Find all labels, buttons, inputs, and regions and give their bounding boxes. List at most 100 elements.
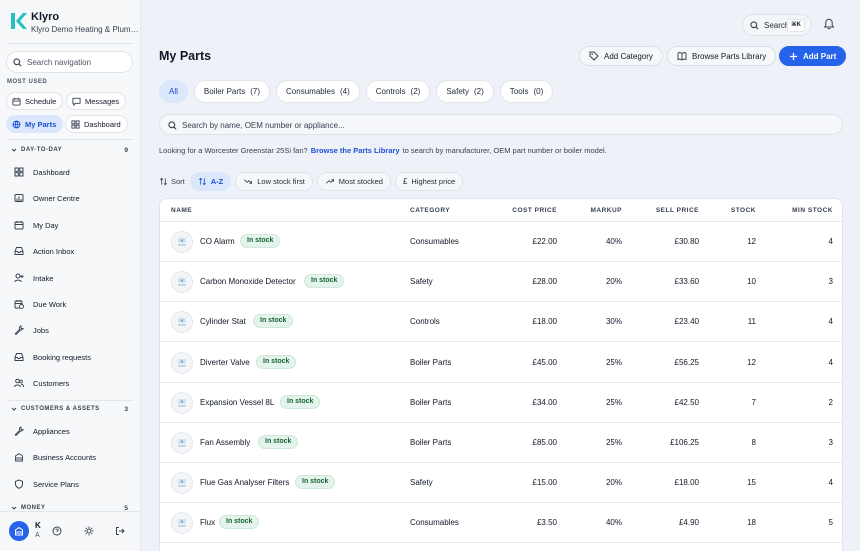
brand-subtitle: Klyro Demo Heating & Plumbing [31,25,141,34]
avatar[interactable] [9,521,29,541]
table-row[interactable]: Carbon Monoxide Detector In stock Safety £2… [160,262,842,303]
table-row[interactable]: Expansion Vessel 8L In stock Boiler Parts £… [160,383,842,423]
part-name[interactable]: Diverter Valve [200,358,250,367]
table-row[interactable]: CO Alarm In stock Consumables £22.00 40% £30.… [160,222,842,262]
part-sell-price: £56.25 [674,357,699,367]
global-search-button[interactable]: Search ⌘K [742,14,812,36]
column-header-category[interactable]: CATEGORY [410,207,450,214]
part-name[interactable]: Expansion Vessel 8L [200,398,274,407]
sidebar-item-owner-centre[interactable]: Owner Centre [14,190,80,206]
quick-link-my-parts[interactable]: My Parts [6,115,64,133]
sort-option-label: Most stocked [338,177,383,186]
tab-controls[interactable]: Controls (2) [365,80,431,103]
browse-library-button[interactable]: Browse Parts Library [667,46,777,66]
part-name[interactable]: Cylinder Stat [200,317,246,326]
sort-most-stocked[interactable]: Most stocked [316,172,391,191]
help-icon[interactable] [52,526,62,536]
part-thumbnail-icon [178,238,186,246]
divider [7,139,133,140]
column-header-markup[interactable]: MARKUP [590,207,622,214]
tab-boiler-parts[interactable]: Boiler Parts (7) [193,80,271,103]
owner-centre-icon [14,194,24,202]
status-badge: In stock [258,435,299,449]
tab-count: (4) [339,87,350,96]
column-header-min-stock[interactable]: MIN STOCK [792,207,833,214]
quick-link-label: Dashboard [84,119,121,129]
message-icon [72,97,81,106]
tab-count: (7) [250,87,261,96]
tab-consumables[interactable]: Consumables (4) [276,80,360,103]
sort-label-text: Sort [171,177,185,186]
status-badge: In stock [256,354,297,369]
shield-icon [15,479,23,489]
group-customers-assets[interactable]: CUSTOMERS & ASSETS [11,406,100,412]
part-sell-price: £33.60 [674,277,699,287]
calendar-icon [14,221,24,230]
sort-icon [198,177,206,186]
part-stock: 12 [747,237,756,246]
brand[interactable]: Klyro Klyro Demo Heating & Plumbing [9,10,140,36]
browse-library-link[interactable]: Browse the Parts Library [311,146,400,155]
column-header-name[interactable]: NAME [171,207,192,214]
nav-search[interactable] [6,51,133,73]
sidebar-item-dashboard[interactable]: Dashboard [14,164,70,180]
bell-icon[interactable] [823,18,835,30]
part-name[interactable]: Fan Assembly [200,438,250,447]
part-markup: 25% [605,357,622,367]
part-name[interactable]: Flue Gas Analyser Filters [200,478,289,487]
part-stock: 18 [747,518,756,528]
part-thumbnail-icon [178,278,186,286]
inbox-icon [14,247,24,255]
nav-search-input[interactable] [27,55,127,70]
column-header-stock[interactable]: STOCK [731,207,756,214]
add-part-label: Add Part [803,51,837,61]
sidebar-item-jobs[interactable]: Jobs [14,322,49,338]
main-content: Search ⌘K My Parts Add Category Browse P… [142,0,860,551]
sidebar-item-appliances[interactable]: Appliances [14,423,70,439]
sort-low-stock[interactable]: Low stock first [235,172,313,191]
add-part-button[interactable]: Add Part [779,46,847,66]
table-row[interactable]: Cylinder Stat In stock Controls £18.00 30% £2… [160,302,842,343]
quick-link-messages[interactable]: Messages [66,92,127,110]
sidebar-item-customers[interactable]: Customers [14,375,69,391]
sidebar-item-service-plans[interactable]: Service Plans [14,476,79,492]
parts-search-input[interactable] [182,118,822,132]
part-thumbnail [171,472,193,495]
global-search-label: Search [764,20,790,30]
part-cost-price: £22.00 [532,237,557,246]
part-markup: 25% [605,397,622,407]
sidebar-item-due-work[interactable]: Due Work [14,296,66,312]
part-name[interactable]: Carbon Monoxide Detector [200,277,296,286]
sidebar-item-booking-requests[interactable]: Booking requests [14,349,91,365]
quick-link-schedule[interactable]: Schedule [6,92,64,110]
add-category-label: Add Category [604,51,653,61]
table-row[interactable]: Flue Gas Analyser Filters In stock Safety £… [160,463,842,504]
sort-a-z[interactable]: A-Z [189,172,232,191]
logout-icon[interactable] [115,526,125,536]
column-header-sell-price[interactable]: SELL PRICE [656,207,699,214]
sidebar-item-my-day[interactable]: My Day [14,217,58,233]
sun-icon[interactable] [84,526,94,536]
tab-safety[interactable]: Safety (2) [436,80,494,103]
part-cost-price: £3.50 [536,518,557,528]
tab-label: Controls [375,87,406,96]
table-row[interactable]: Diverter Valve In stock Boiler Parts £45.00… [160,343,842,383]
quick-link-dashboard[interactable]: Dashboard [65,115,128,133]
part-name[interactable]: CO Alarm [200,237,235,246]
part-name[interactable]: Flux [200,518,215,527]
group-day-to-day[interactable]: DAY-TO-DAY [11,147,62,153]
part-thumbnail-icon [178,398,186,407]
add-category-button[interactable]: Add Category [579,46,663,66]
tag-icon [589,51,599,61]
sidebar-item-business-accounts[interactable]: Business Accounts [14,449,96,465]
column-header-cost-price[interactable]: COST PRICE [512,207,557,214]
sidebar-item-action-inbox[interactable]: Action Inbox [14,243,74,259]
parts-search[interactable] [159,114,843,135]
table-row[interactable]: Fan Assembly In stock Boiler Parts £85.00 25… [160,423,842,463]
sidebar-item-intake[interactable]: Intake [14,270,53,286]
tab-tools[interactable]: Tools (0) [499,80,554,103]
table-row[interactable]: Flux In stock Consumables £3.50 40% £4.90 18 5 [160,503,842,544]
sort-highest-price[interactable]: £ Highest price [394,172,464,191]
tab-all[interactable]: All [159,80,188,103]
calendar-icon [12,97,21,106]
